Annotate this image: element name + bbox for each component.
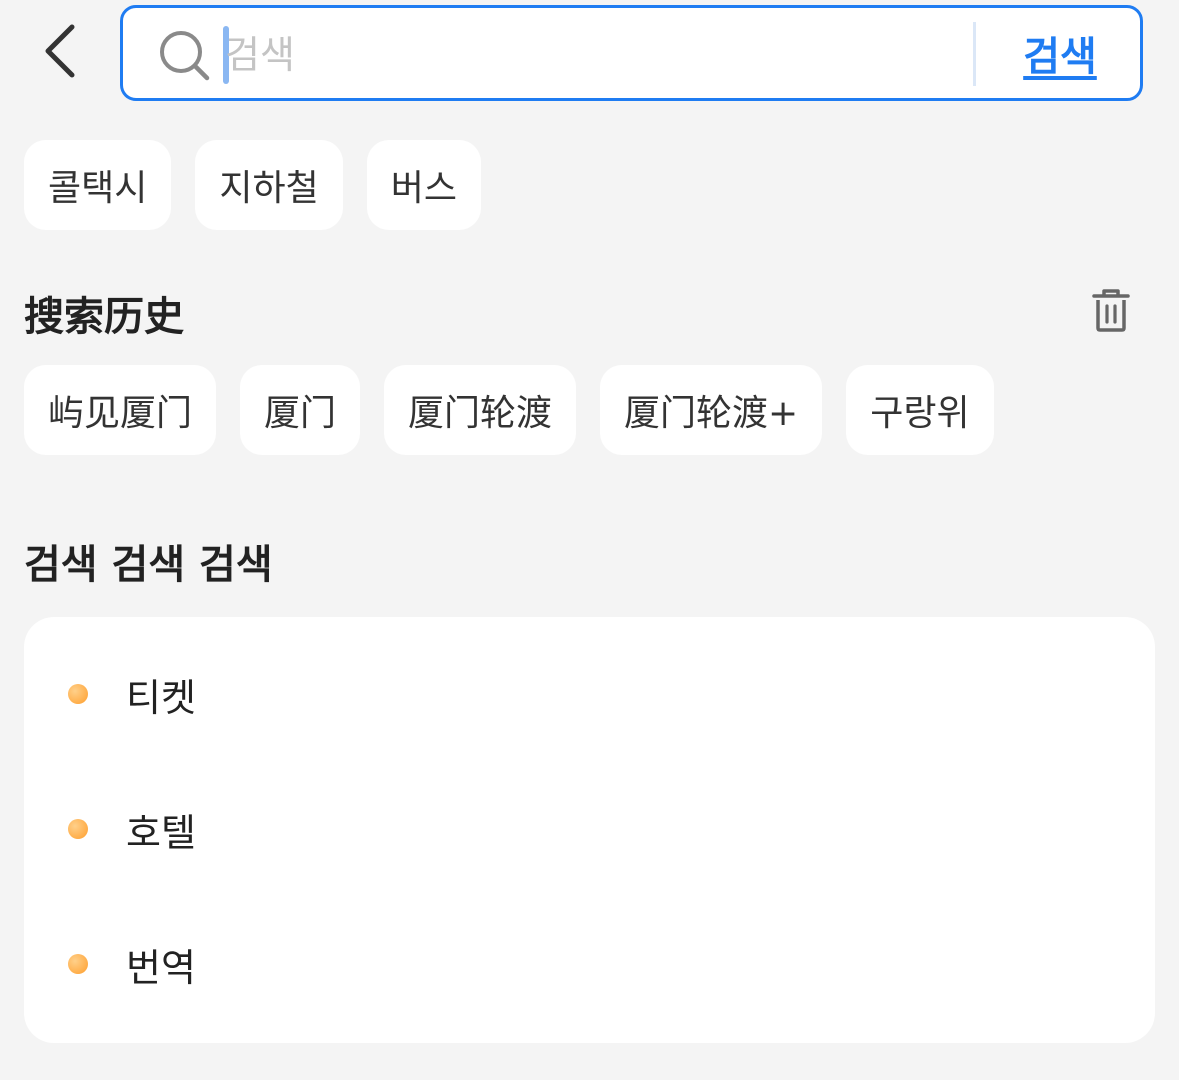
back-button[interactable] (30, 18, 90, 84)
list-item-label: 번역 (126, 945, 196, 990)
list-item-label: 호텔 (126, 810, 196, 855)
search-history-title: 搜索历史 (24, 294, 184, 340)
search-icon (160, 31, 210, 81)
chevron-left-icon (45, 24, 75, 78)
quick-category-row: 콜택시 지하철 버스 (24, 140, 481, 230)
search-divider (973, 22, 976, 86)
recommend-card: 티켓 호텔 번역 (24, 617, 1155, 1043)
history-chip-row: 屿见厦门 厦门 厦门轮渡 厦门轮渡+ 구랑위 (24, 365, 994, 455)
search-input[interactable] (225, 20, 965, 90)
chip-bus[interactable]: 버스 (366, 140, 481, 230)
trash-icon (1092, 289, 1130, 332)
recommend-title: 검색 검색 검색 (24, 542, 273, 588)
search-button[interactable]: 검색 (981, 8, 1139, 98)
list-item[interactable]: 티켓 (24, 644, 1155, 744)
history-chip[interactable]: 屿见厦门 (24, 365, 217, 455)
list-item-label: 티켓 (126, 675, 196, 720)
search-bar: 검색 (120, 5, 1143, 101)
list-item[interactable]: 호텔 (24, 779, 1155, 879)
bullet-dot-icon (68, 819, 88, 839)
history-chip[interactable]: 구랑위 (846, 365, 994, 455)
history-chip[interactable]: 厦门轮渡+ (600, 365, 823, 455)
list-item[interactable]: 번역 (24, 914, 1155, 1014)
search-page: 검색 콜택시 지하철 버스 搜索历史 屿见厦门 厦门 厦门轮渡 厦门轮渡+ 구랑… (0, 0, 1179, 1080)
history-chip[interactable]: 厦门轮渡 (384, 365, 577, 455)
chip-subway[interactable]: 지하철 (195, 140, 343, 230)
chip-call-taxi[interactable]: 콜택시 (24, 140, 172, 230)
bullet-dot-icon (68, 684, 88, 704)
clear-history-button[interactable] (1088, 286, 1134, 334)
history-chip[interactable]: 厦门 (240, 365, 361, 455)
bullet-dot-icon (68, 954, 88, 974)
